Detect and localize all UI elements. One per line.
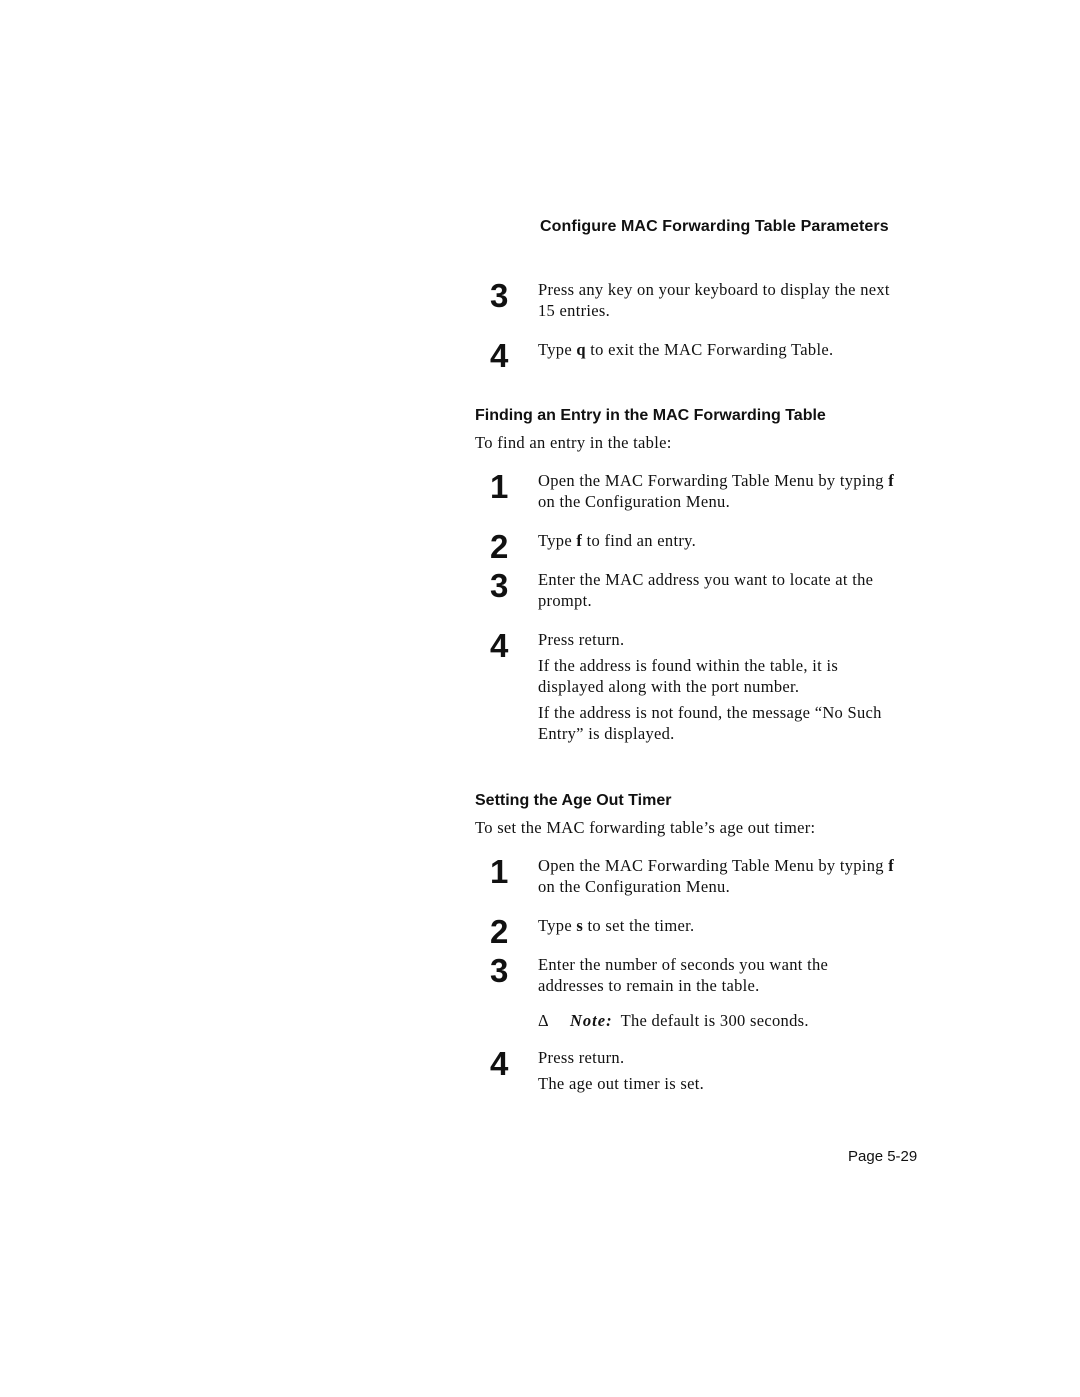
step-text: Type s to set the timer.: [538, 915, 898, 936]
note: Δ Note: The default is 300 seconds.: [538, 1011, 809, 1031]
step-paragraph: If the address is found within the table…: [538, 656, 839, 696]
note-label: Note:: [570, 1011, 613, 1030]
step-paragraph: The age out timer is set.: [538, 1074, 705, 1093]
key-command: f: [888, 471, 895, 490]
section-intro-age: To set the MAC forwarding table’s age ou…: [475, 818, 816, 837]
step-number: 3: [490, 277, 509, 314]
step-number: 3: [490, 952, 509, 989]
step-number: 3: [490, 567, 509, 604]
step-text: Enter the MAC address you want to locate…: [538, 569, 898, 611]
step-paragraph: Press return.: [538, 630, 625, 649]
step-paragraph: If the address is not found, the message…: [538, 703, 882, 743]
step-number: 1: [490, 853, 509, 890]
step-number: 1: [490, 468, 509, 505]
key-command: s: [576, 916, 584, 935]
step-text: Open the MAC Forwarding Table Menu by ty…: [538, 470, 898, 512]
step-text: Type f to find an entry.: [538, 530, 898, 551]
step-text: Open the MAC Forwarding Table Menu by ty…: [538, 855, 898, 897]
step-paragraph: Press any key on your keyboard to displa…: [538, 280, 890, 320]
page-number: Page 5-29: [848, 1148, 918, 1165]
key-command: f: [576, 531, 583, 550]
note-text: The default is 300 seconds.: [620, 1011, 809, 1030]
step-number: 4: [490, 337, 509, 374]
step-number: 2: [490, 528, 509, 565]
step-paragraph: Press return.: [538, 1048, 625, 1067]
note-delta-icon: Δ: [538, 1011, 549, 1030]
step-text: Type q to exit the MAC Forwarding Table.: [538, 339, 898, 360]
section-title-age: Setting the Age Out Timer: [475, 792, 672, 809]
key-command: q: [576, 340, 586, 359]
step-text: Press return. If the address is found wit…: [538, 629, 898, 744]
key-command: f: [888, 856, 895, 875]
step-paragraph: Open the MAC Forwarding Table Menu by ty…: [538, 471, 895, 511]
step-paragraph: Type f to find an entry.: [538, 531, 697, 550]
step-paragraph: Enter the MAC address you want to locate…: [538, 570, 874, 610]
step-number: 2: [490, 913, 509, 950]
step-paragraph: Enter the number of seconds you want the…: [538, 955, 829, 995]
running-head: Configure MAC Forwarding Table Parameter…: [540, 218, 889, 235]
section-title-find: Finding an Entry in the MAC Forwarding T…: [475, 407, 826, 424]
step-text: Press return. The age out timer is set.: [538, 1047, 898, 1094]
section-intro-find: To find an entry in the table:: [475, 433, 672, 452]
step-text: Enter the number of seconds you want the…: [538, 954, 898, 996]
step-number: 4: [490, 627, 509, 664]
step-number: 4: [490, 1045, 509, 1082]
step-paragraph: Open the MAC Forwarding Table Menu by ty…: [538, 856, 895, 896]
step-text: Press any key on your keyboard to displa…: [538, 279, 898, 321]
step-paragraph: Type s to set the timer.: [538, 916, 695, 935]
step-paragraph: Type q to exit the MAC Forwarding Table.: [538, 340, 834, 359]
